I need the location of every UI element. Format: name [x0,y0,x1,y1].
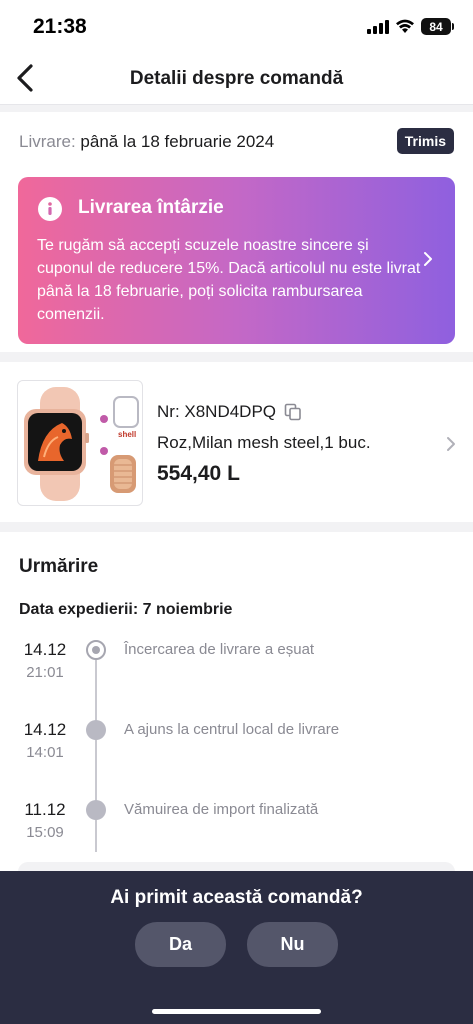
status-badge: Trimis [396,128,454,154]
battery-icon: 84 [421,18,454,35]
delivery-label: Livrare: [19,132,76,151]
alert-title: Livrarea întârzie [78,197,224,218]
battery-level: 84 [429,19,443,34]
status-time: 21:38 [33,15,87,38]
status-icons: 84 [367,18,454,35]
nav-header: Detalii despre comandă [0,52,473,105]
order-number: Nr: X8ND4DPQ [157,402,277,421]
timeline-dot [86,800,106,820]
product-image-caption: shell [118,430,136,439]
tracking-section: Urmărire Data expedierii: 7 noiembrie 14… [0,532,473,882]
event-time: 15:09 [26,824,64,841]
status-bar: 21:38 84 [0,0,473,52]
home-indicator [152,1009,321,1014]
event-text: A ajuns la centrul local de livrare [124,721,340,738]
event-time: 14:01 [26,744,64,761]
info-icon [38,197,62,221]
order-number-row: Nr: X8ND4DPQ [157,402,302,422]
page-title: Detalii despre comandă [129,68,344,89]
confirmation-question: Ai primit această comandă? [110,887,363,908]
timeline-event: 11.12 15:09 Vămuirea de import finalizat… [0,800,473,850]
event-text: Încercarea de livrare a eșuat [124,641,315,658]
product-variant: Roz,Milan mesh steel,1 buc. [157,433,371,452]
event-text: Vămuirea de import finalizată [124,801,319,818]
product-image[interactable]: shell [17,380,143,506]
copy-icon[interactable] [284,403,302,421]
receipt-confirmation-panel: Ai primit această comandă? Da Nu [0,871,473,1024]
signal-icon [367,19,389,34]
timeline-event: 14.12 21:01 Încercarea de livrare a eșua… [0,640,473,690]
shipping-date: Data expedierii: 7 noiembrie [19,601,233,618]
product-card[interactable]: shell Nr: X8ND4DPQ Roz,Milan mesh steel,… [0,362,473,522]
timeline-dot [86,720,106,740]
event-date: 14.12 [23,720,67,739]
event-date: 11.12 [24,800,66,819]
delivery-row: Livrare: până la 18 februarie 2024 [19,132,274,152]
delivery-section: Livrare: până la 18 februarie 2024 Trimi… [0,112,473,352]
tracking-title: Urmărire [19,556,99,577]
product-price: 554,40 L [157,462,240,485]
delay-alert-banner[interactable]: Livrarea întârzie Te rugăm să accepți sc… [18,177,455,344]
no-button[interactable]: Nu [247,922,338,967]
event-time: 21:01 [26,664,64,681]
wifi-icon [396,19,414,33]
chevron-right-icon [424,252,432,266]
alert-text: Te rugăm să accepți scuzele noastre sinc… [37,237,421,323]
timeline-event: 14.12 14:01 A ajuns la centrul local de … [0,720,473,770]
yes-button[interactable]: Da [135,922,226,967]
timeline-dot-current [86,640,106,660]
event-date: 14.12 [23,640,67,659]
chevron-right-icon [447,437,455,451]
delivery-date: până la 18 februarie 2024 [80,132,275,151]
